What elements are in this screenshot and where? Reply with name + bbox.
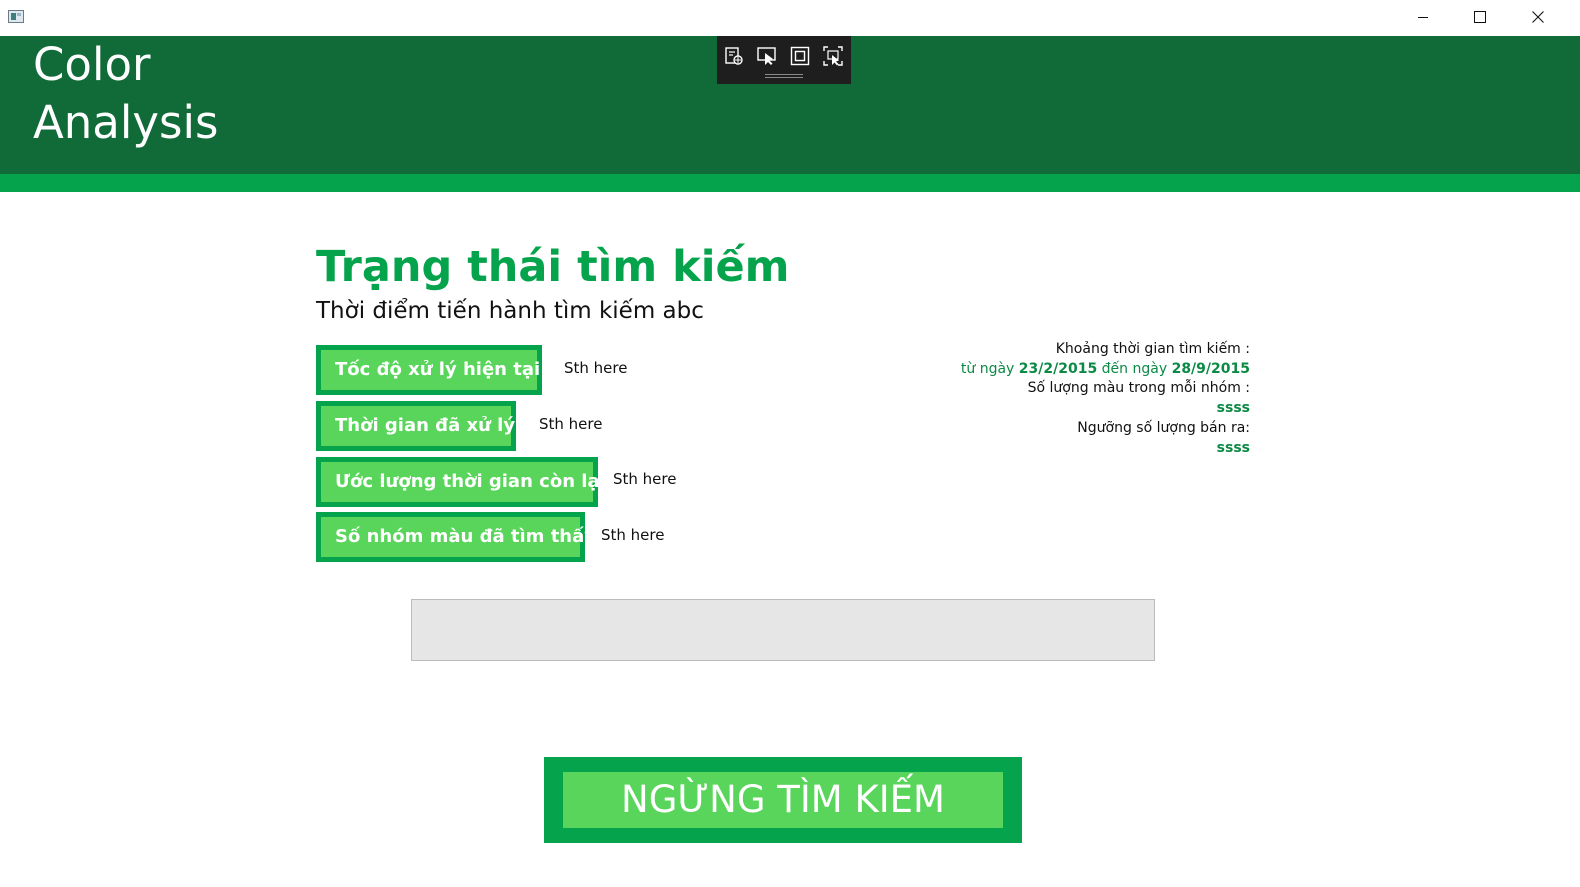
from-date: 23/2/2015: [1018, 360, 1098, 377]
colors-per-group-value: ssss: [1216, 400, 1250, 417]
page-heading: Trạng thái tìm kiếm: [316, 242, 790, 292]
from-text: từ ngày: [960, 360, 1015, 377]
close-icon: [1532, 11, 1544, 23]
elapsed-time-value: Sth here: [539, 415, 603, 433]
elapsed-time-label: Thời gian đã xử lý:: [316, 401, 522, 451]
sales-threshold-value: ssss: [1216, 439, 1250, 456]
colors-per-group-label: Số lượng màu trong mỗi nhóm :: [1027, 380, 1250, 397]
app-window-icon: [8, 10, 24, 23]
select-element-icon: [725, 47, 743, 65]
debug-toolbar: [717, 36, 851, 84]
cursor-select-icon: [757, 47, 776, 65]
close-button[interactable]: [1509, 0, 1567, 34]
color-groups-found-label: Số nhóm màu đã tìm thấy:: [316, 512, 603, 562]
progress-bar: [411, 599, 1155, 661]
app-title: Color Analysis: [33, 38, 219, 149]
sales-threshold-label: Ngưỡng số lượng bán ra:: [1077, 419, 1250, 436]
color-groups-found-value: Sth here: [601, 526, 665, 544]
remaining-time-value: Sth here: [613, 470, 677, 488]
layout-adorner-button[interactable]: [788, 44, 812, 68]
minimize-icon: [1418, 17, 1428, 18]
minimize-button[interactable]: [1394, 0, 1452, 34]
processing-speed-value: Sth here: [564, 359, 628, 377]
track-focus-button[interactable]: [821, 44, 845, 68]
maximize-button[interactable]: [1451, 0, 1509, 34]
maximize-icon: [1474, 11, 1486, 23]
search-info-panel: Khoảng thời gian tìm kiếm : từ ngày 23/2…: [830, 340, 1250, 458]
track-focus-icon: [823, 46, 843, 66]
processing-speed-label: Tốc độ xử lý hiện tại :: [316, 345, 554, 395]
to-text: đến ngày: [1101, 360, 1168, 377]
remaining-time-label: Ước lượng thời gian còn lại:: [316, 457, 613, 507]
page-subtitle: Thời điểm tiến hành tìm kiếm abc: [316, 298, 704, 324]
select-element-button[interactable]: [722, 44, 746, 68]
toolbar-drag-handle[interactable]: [765, 74, 803, 78]
window-title-bar: [0, 0, 1580, 36]
layout-adorner-icon: [790, 46, 810, 66]
stop-search-button-label: NGỪNG TÌM KIẾM: [563, 772, 1003, 828]
search-range-dates: từ ngày 23/2/2015 đến ngày 28/9/2015: [830, 360, 1250, 380]
to-date: 28/9/2015: [1171, 360, 1250, 377]
stop-search-button[interactable]: NGỪNG TÌM KIẾM: [544, 757, 1022, 843]
cursor-select-button[interactable]: [755, 44, 779, 68]
header-accent-stripe: [0, 174, 1580, 192]
search-range-label: Khoảng thời gian tìm kiếm :: [1055, 341, 1250, 357]
